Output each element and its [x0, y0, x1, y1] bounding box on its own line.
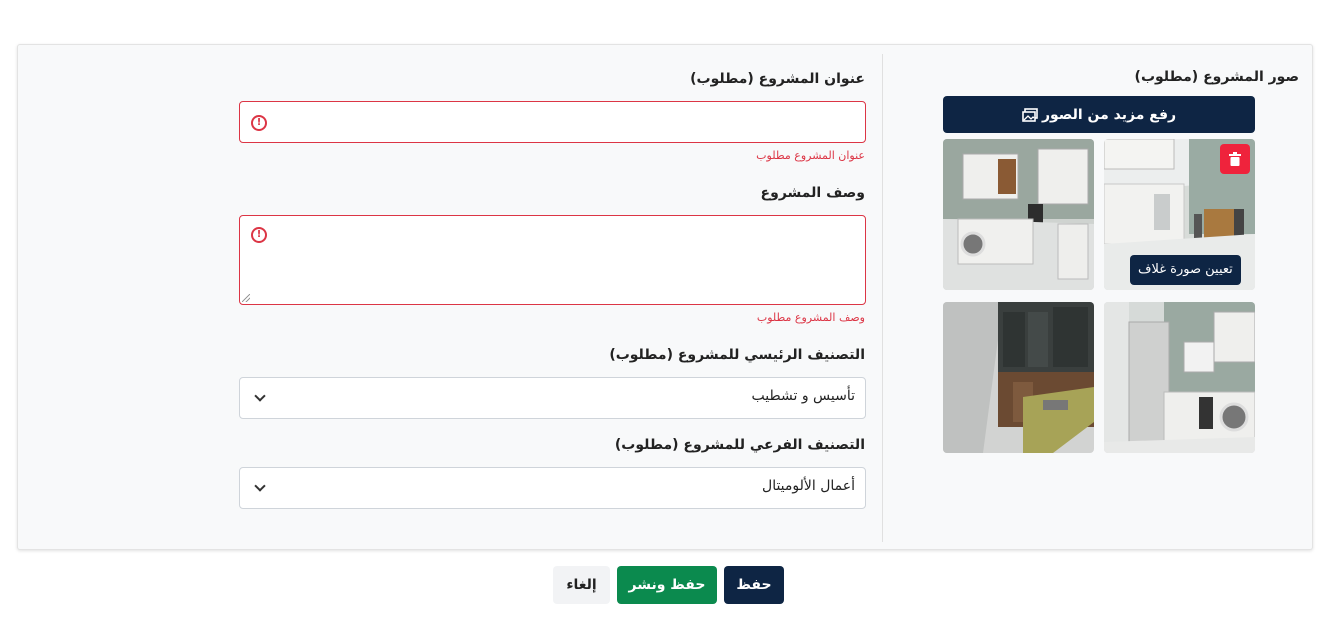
title-label: عنوان المشروع (مطلوب): [690, 71, 865, 87]
description-textarea[interactable]: !: [239, 215, 866, 305]
chevron-down-icon: [254, 390, 266, 402]
description-error: وصف المشروع مطلوب: [756, 311, 865, 324]
set-cover-photo-button[interactable]: تعيين صورة غلاف: [1130, 255, 1241, 285]
delete-photo-button[interactable]: [1220, 144, 1250, 174]
resize-handle-icon[interactable]: [242, 294, 250, 302]
description-label: وصف المشروع: [760, 185, 865, 201]
kitchen-photo-4: [943, 302, 1094, 453]
title-input[interactable]: !: [239, 101, 866, 143]
upload-more-photos-button[interactable]: رفع مزيد من الصور: [943, 96, 1255, 133]
project-photo[interactable]: [943, 302, 1094, 453]
project-photo[interactable]: [1104, 302, 1255, 453]
kitchen-photo-2: [943, 139, 1094, 290]
upload-label: رفع مزيد من الصور: [1041, 106, 1177, 123]
sub-category-value: أعمال الألوميتال: [762, 478, 855, 494]
sub-category-select[interactable]: أعمال الألوميتال: [239, 467, 866, 509]
column-divider: [882, 54, 883, 542]
main-category-select[interactable]: تأسيس و تشطيب: [239, 377, 866, 419]
project-photo[interactable]: تعيين صورة غلاف: [1104, 139, 1255, 290]
save-publish-button[interactable]: حفظ ونشر: [617, 566, 717, 604]
chevron-down-icon: [254, 480, 266, 492]
save-button[interactable]: حفظ: [724, 566, 784, 604]
main-category-label: التصنيف الرئيسي للمشروع (مطلوب): [609, 347, 865, 363]
error-icon: !: [251, 115, 267, 131]
project-photo[interactable]: [943, 139, 1094, 290]
title-error: عنوان المشروع مطلوب: [756, 149, 865, 162]
sub-category-label: التصنيف الفرعي للمشروع (مطلوب): [614, 437, 865, 453]
photos-label: صور المشروع (مطلوب): [1134, 69, 1299, 85]
main-category-value: تأسيس و تشطيب: [751, 388, 855, 404]
trash-icon: [1229, 152, 1241, 166]
kitchen-photo-3: [1104, 302, 1255, 453]
cancel-button[interactable]: إلغاء: [553, 566, 610, 604]
error-icon: !: [251, 227, 267, 243]
images-icon: [1022, 107, 1038, 122]
